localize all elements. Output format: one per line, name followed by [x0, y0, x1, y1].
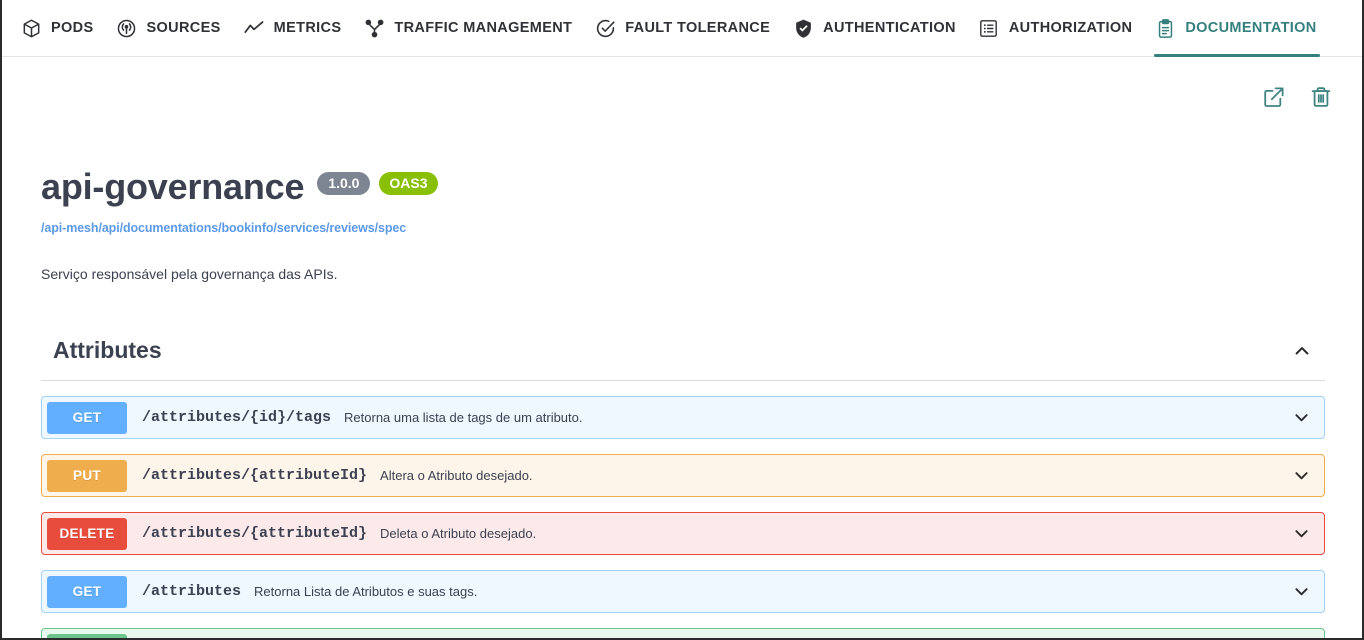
trend-line-icon — [243, 17, 265, 39]
operation-path: /attributes/{id}/tags — [142, 409, 332, 426]
nav-item-traffic-management[interactable]: TRAFFIC MANAGEMENT — [363, 0, 585, 57]
nav-label-traffic-management: TRAFFIC MANAGEMENT — [394, 20, 573, 36]
page-title: api-governance — [41, 166, 305, 207]
operation-row[interactable]: DELETE /attributes/{attributeId} Deleta … — [41, 512, 1325, 555]
main-navigation: PODS SOURCES METRICS TRAFFIC MANAGEMENT … — [2, 0, 1362, 57]
operation-row[interactable]: GET /attributes Retorna Lista de Atribut… — [41, 570, 1325, 613]
operation-row[interactable]: PUT /attributes/{attributeId} Altera o A… — [41, 454, 1325, 497]
operation-path: /attributes/{attributeId} — [142, 467, 368, 484]
nav-item-documentation[interactable]: DOCUMENTATION — [1154, 0, 1329, 57]
chevron-down-icon[interactable] — [1290, 407, 1312, 429]
operation-summary: Retorna uma lista de tags de um atributo… — [344, 410, 583, 425]
tag-name: Attributes — [53, 337, 162, 363]
version-badge: 1.0.0 — [317, 172, 371, 195]
nav-label-pods: PODS — [51, 20, 94, 36]
clipboard-icon — [1154, 17, 1176, 39]
git-branch-icon — [363, 17, 385, 39]
chevron-down-icon[interactable] — [1290, 523, 1312, 545]
delete-button[interactable] — [1308, 85, 1334, 111]
tag-section-attributes: Attributes GET /attributes/{id}/tags Ret… — [41, 337, 1325, 638]
method-badge: GET — [47, 575, 127, 608]
operation-summary: Deleta o Atributo desejado. — [380, 526, 537, 541]
chevron-up-icon[interactable] — [1291, 340, 1313, 362]
nav-item-authentication[interactable]: AUTHENTICATION — [792, 0, 969, 57]
nav-label-sources: SOURCES — [146, 20, 221, 36]
method-badge: GET — [47, 401, 127, 434]
broadcast-icon — [116, 17, 138, 39]
api-description: Serviço responsável pela governança das … — [41, 265, 338, 282]
oas-badge: OAS3 — [379, 172, 438, 195]
method-badge: PUT — [47, 459, 127, 492]
tag-header[interactable]: Attributes — [41, 337, 1325, 381]
nav-label-metrics: METRICS — [273, 20, 342, 36]
method-badge: DELETE — [47, 517, 127, 550]
operation-summary: Altera o Atributo desejado. — [380, 468, 533, 483]
external-link-icon — [1262, 85, 1286, 112]
nav-item-fault-tolerance[interactable]: FAULT TOLERANCE — [594, 0, 783, 57]
nav-label-documentation: DOCUMENTATION — [1185, 20, 1317, 36]
method-badge: POST — [47, 633, 127, 638]
operation-path: /attributes — [142, 583, 242, 600]
chevron-down-icon[interactable] — [1290, 465, 1312, 487]
app-root: PODS SOURCES METRICS TRAFFIC MANAGEMENT … — [0, 0, 1364, 640]
nav-item-pods[interactable]: PODS — [20, 0, 107, 57]
nav-label-fault-tolerance: FAULT TOLERANCE — [625, 20, 771, 36]
shield-check-icon — [792, 17, 814, 39]
nav-label-authentication: AUTHENTICATION — [823, 20, 956, 36]
operation-summary: Retorna Lista de Atributos e suas tags. — [254, 584, 478, 599]
chevron-down-icon[interactable] — [1290, 581, 1312, 603]
trash-icon — [1309, 85, 1333, 112]
operation-row[interactable]: POST — [41, 628, 1325, 638]
api-title-row: api-governance 1.0.0 OAS3 — [41, 168, 1323, 206]
active-tab-underline — [1154, 53, 1320, 57]
open-external-button[interactable] — [1261, 85, 1287, 111]
spec-url-link[interactable]: /api-mesh/api/documentations/bookinfo/se… — [41, 221, 1323, 235]
check-circle-icon — [594, 17, 616, 39]
nav-item-metrics[interactable]: METRICS — [243, 0, 355, 57]
action-toolbar — [1261, 85, 1334, 111]
nav-label-authorization: AUTHORIZATION — [1008, 20, 1133, 36]
operation-row[interactable]: GET /attributes/{id}/tags Retorna uma li… — [41, 396, 1325, 439]
cube-icon — [20, 17, 42, 39]
api-info: api-governance 1.0.0 OAS3 /api-mesh/api/… — [41, 168, 1323, 285]
operations-list: GET /attributes/{id}/tags Retorna uma li… — [41, 396, 1325, 638]
operation-path: /attributes/{attributeId} — [142, 525, 368, 542]
nav-item-authorization[interactable]: AUTHORIZATION — [978, 0, 1146, 57]
list-box-icon — [978, 17, 1000, 39]
nav-item-sources[interactable]: SOURCES — [116, 0, 234, 57]
